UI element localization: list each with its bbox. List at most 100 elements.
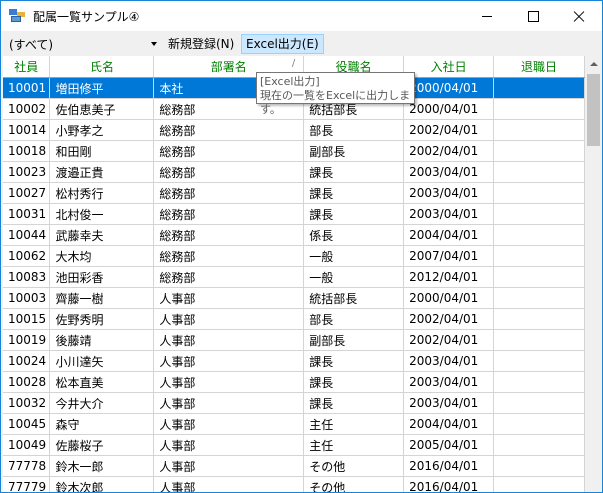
table-cell: 総務部 xyxy=(153,161,305,183)
column-header[interactable]: 退職日 xyxy=(493,56,585,78)
title-bar[interactable]: 配属一覧サンプル④ xyxy=(1,1,602,31)
table-cell xyxy=(493,308,585,330)
table-cell: 10019 xyxy=(3,329,51,351)
table-cell: 10024 xyxy=(3,350,51,372)
table-cell: 和田剛 xyxy=(49,140,155,162)
table-cell: 2000/04/01 xyxy=(403,77,495,99)
column-header-label: 社員 xyxy=(14,60,39,74)
table-row[interactable]: 10083 池田彩香 総務部 一般 2012/04/01 xyxy=(3,266,585,288)
table-cell: 10062 xyxy=(3,245,51,267)
excel-tooltip: [Excel出力] 現在の一覧をExcelに出力します。 xyxy=(256,72,415,116)
table-cell: 大木均 xyxy=(49,245,155,267)
column-header[interactable]: 氏名 xyxy=(49,56,155,78)
table-row[interactable]: 10019 後藤靖 人事部 副部長 2002/04/01 xyxy=(3,329,585,351)
table-row[interactable]: 10018 和田剛 総務部 副部長 2002/04/01 xyxy=(3,140,585,162)
table-cell: 2004/04/01 xyxy=(403,224,495,246)
employee-grid[interactable]: 社員 氏名 部署名 / 役職名 入社日 退職日 10001 増田修平 本社 2000/04/01 1… xyxy=(3,56,585,492)
table-row[interactable]: 10032 今井大介 人事部 課長 2003/04/01 xyxy=(3,392,585,414)
table-cell: 10001 xyxy=(3,77,51,99)
column-header-label: 部署名 xyxy=(210,60,247,74)
table-cell: 総務部 xyxy=(153,119,305,141)
table-cell: 武藤幸夫 xyxy=(49,224,155,246)
table-cell xyxy=(493,371,585,393)
table-cell xyxy=(493,266,585,288)
table-cell: 総務部 xyxy=(153,140,305,162)
table-cell: 2000/04/01 xyxy=(403,287,495,309)
table-row[interactable]: 10024 小川達矢 人事部 課長 2003/04/01 xyxy=(3,350,585,372)
table-cell: 10018 xyxy=(3,140,51,162)
table-cell: 10015 xyxy=(3,308,51,330)
table-row[interactable]: 77779 鈴木次郎 人事部 その他 2016/04/01 xyxy=(3,476,585,492)
table-cell: 松村秀行 xyxy=(49,182,155,204)
table-cell: 10032 xyxy=(3,392,51,414)
table-cell: 2003/04/01 xyxy=(403,392,495,414)
table-cell: 10027 xyxy=(3,182,51,204)
table-cell: 課長 xyxy=(303,161,405,183)
table-cell xyxy=(493,140,585,162)
table-cell xyxy=(493,203,585,225)
table-row[interactable]: 10049 佐藤桜子 人事部 主任 2005/04/01 xyxy=(3,434,585,456)
table-cell: 一般 xyxy=(303,245,405,267)
new-register-button[interactable]: 新規登録(N) xyxy=(164,35,238,53)
table-row[interactable]: 10003 齊藤一樹 人事部 統括部長 2000/04/01 xyxy=(3,287,585,309)
scroll-up-icon[interactable] xyxy=(585,56,602,73)
table-cell: 人事部 xyxy=(153,308,305,330)
toolbar: (すべて) 新規登録(N) Excel出力(E) xyxy=(1,31,602,55)
table-cell: 人事部 xyxy=(153,329,305,351)
excel-export-button[interactable]: Excel出力(E) xyxy=(241,34,324,54)
table-cell xyxy=(493,224,585,246)
column-header[interactable]: 社員 xyxy=(3,56,51,78)
table-cell: 77779 xyxy=(3,476,51,492)
table-cell: 渡邉正貴 xyxy=(49,161,155,183)
table-cell xyxy=(493,392,585,414)
table-cell: 鈴木一郎 xyxy=(49,455,155,477)
table-row[interactable]: 10027 松村秀行 総務部 課長 2003/04/01 xyxy=(3,182,585,204)
table-cell: 2016/04/01 xyxy=(403,476,495,492)
minimize-button[interactable] xyxy=(464,1,510,31)
table-cell: 人事部 xyxy=(153,371,305,393)
table-row[interactable]: 10044 武藤幸夫 総務部 係長 2004/04/01 xyxy=(3,224,585,246)
table-cell xyxy=(493,413,585,435)
table-cell xyxy=(493,455,585,477)
table-row[interactable]: 10045 森守 人事部 主任 2004/04/01 xyxy=(3,413,585,435)
table-cell: 副部長 xyxy=(303,329,405,351)
table-cell: 2003/04/01 xyxy=(403,182,495,204)
table-cell: 北村俊一 xyxy=(49,203,155,225)
window-title: 配属一覧サンプル④ xyxy=(33,10,140,24)
table-cell xyxy=(493,476,585,492)
table-cell: 部長 xyxy=(303,308,405,330)
combo-value: (すべて) xyxy=(9,38,54,52)
table-cell: 齊藤一樹 xyxy=(49,287,155,309)
table-row[interactable]: 10023 渡邉正貴 総務部 課長 2003/04/01 xyxy=(3,161,585,183)
table-row[interactable]: 10062 大木均 総務部 一般 2007/04/01 xyxy=(3,245,585,267)
table-row[interactable]: 10031 北村俊一 総務部 課長 2003/04/01 xyxy=(3,203,585,225)
tooltip-body: 現在の一覧をExcelに出力します。 xyxy=(260,89,411,116)
table-cell: 2003/04/01 xyxy=(403,350,495,372)
table-row[interactable]: 10028 松本直美 人事部 課長 2003/04/01 xyxy=(3,371,585,393)
table-cell: 10002 xyxy=(3,98,51,120)
table-cell: 2002/04/01 xyxy=(403,140,495,162)
table-row[interactable]: 10015 佐野秀明 人事部 部長 2002/04/01 xyxy=(3,308,585,330)
table-cell: 2005/04/01 xyxy=(403,434,495,456)
maximize-button[interactable] xyxy=(510,1,556,31)
table-row[interactable]: 77778 鈴木一郎 人事部 その他 2016/04/01 xyxy=(3,455,585,477)
app-icon xyxy=(9,9,25,23)
table-cell: 総務部 xyxy=(153,266,305,288)
table-cell xyxy=(493,245,585,267)
close-button[interactable] xyxy=(556,1,602,31)
table-cell: 課長 xyxy=(303,392,405,414)
table-cell: 小野孝之 xyxy=(49,119,155,141)
table-cell: 佐野秀明 xyxy=(49,308,155,330)
scrollbar-thumb[interactable] xyxy=(587,74,600,146)
table-cell: 2003/04/01 xyxy=(403,161,495,183)
column-header-label: 入社日 xyxy=(430,60,467,74)
vertical-scrollbar[interactable] xyxy=(585,56,602,492)
department-filter-combo[interactable]: (すべて) xyxy=(5,35,161,52)
table-cell: 2004/04/01 xyxy=(403,413,495,435)
table-cell: 10003 xyxy=(3,287,51,309)
column-header[interactable]: 入社日 xyxy=(403,56,495,78)
table-cell: 10045 xyxy=(3,413,51,435)
table-row[interactable]: 10014 小野孝之 総務部 部長 2002/04/01 xyxy=(3,119,585,141)
table-cell: 2002/04/01 xyxy=(403,119,495,141)
column-header-label: 退職日 xyxy=(521,60,558,74)
